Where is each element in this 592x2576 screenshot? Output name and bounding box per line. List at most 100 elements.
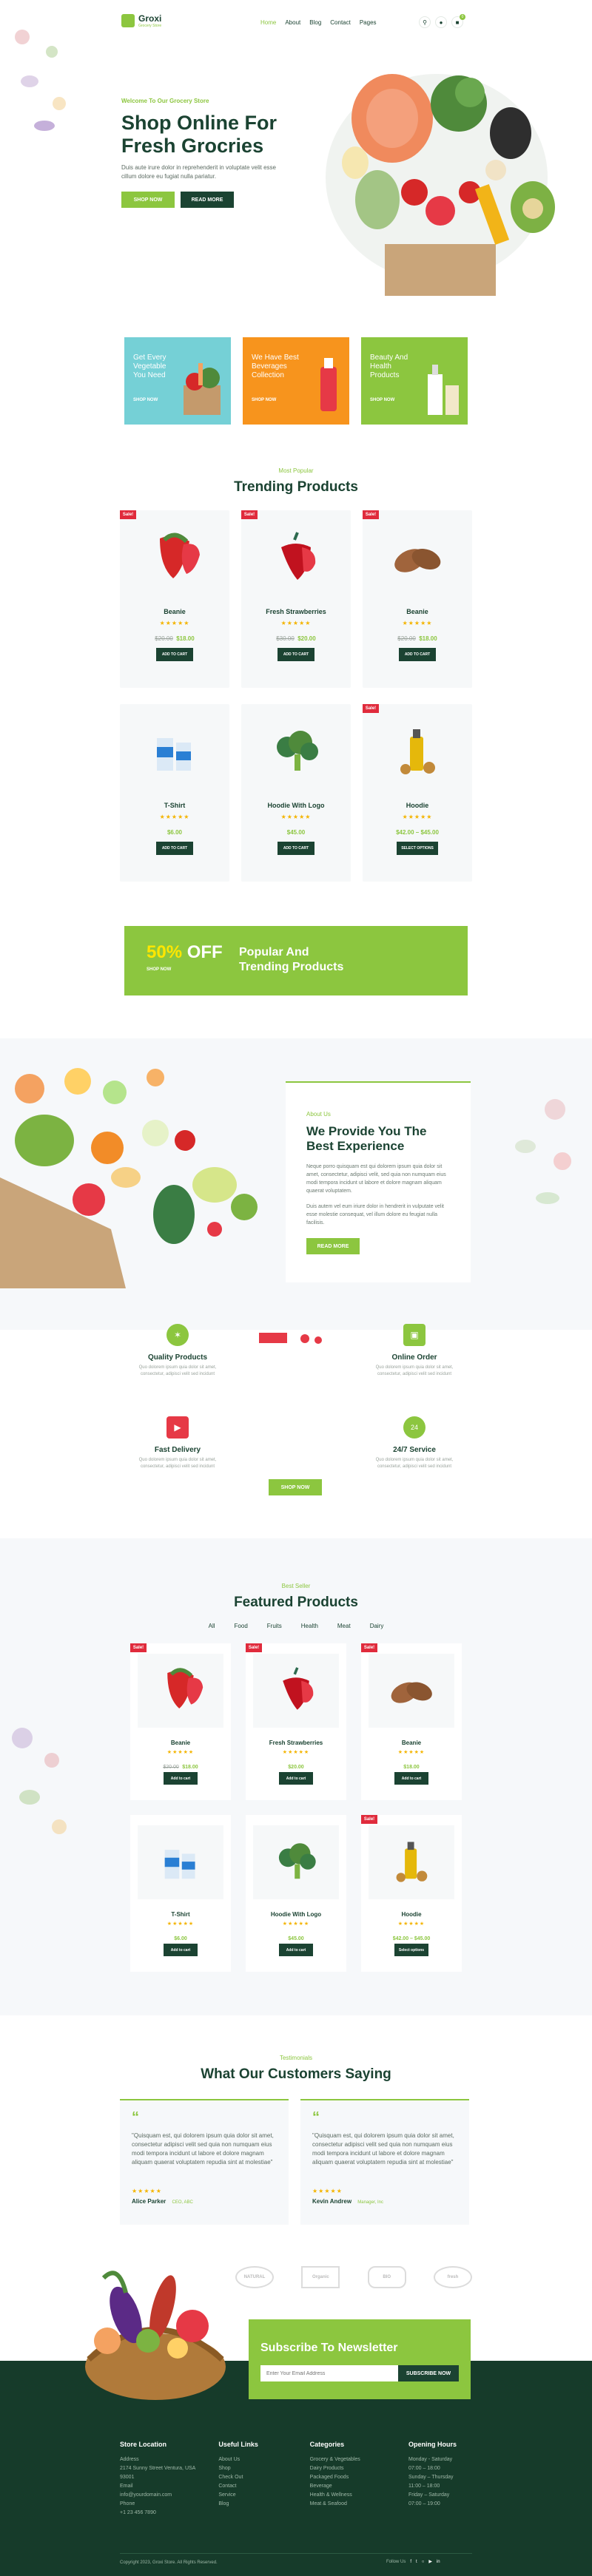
- footer-categories: Categories Grocery & Vegetables Dairy Pr…: [310, 2441, 391, 2518]
- hero-read-more-button[interactable]: READ MORE: [181, 192, 234, 208]
- nav-blog[interactable]: Blog: [309, 19, 321, 26]
- product-name[interactable]: Beanie: [130, 1740, 231, 1746]
- about-title-line2: Best Experience: [306, 1139, 405, 1153]
- tab-dairy[interactable]: Dairy: [370, 1623, 384, 1629]
- about-read-more-button[interactable]: READ MORE: [306, 1238, 360, 1254]
- footer-link[interactable]: Contact: [218, 2482, 292, 2491]
- product-card[interactable]: Hoodie With Logo ★★★★★ $45.00 ADD TO CART: [241, 704, 351, 882]
- banner-off: OFF: [186, 942, 223, 962]
- product-name[interactable]: Hoodie With Logo: [241, 802, 351, 809]
- featured-product-card[interactable]: Sale! Beanie ★★★★★ $20.00 $18.00 Add to cart: [130, 1643, 231, 1800]
- banner-shop-link[interactable]: SHOP NOW: [147, 967, 171, 972]
- tab-all[interactable]: All: [209, 1623, 215, 1629]
- footer-link[interactable]: Dairy Products: [310, 2464, 391, 2473]
- product-card[interactable]: Sale! Beanie ★★★★★ $20.00 $18.00 ADD TO CART: [120, 510, 229, 688]
- footer-link[interactable]: Check Out: [218, 2473, 292, 2482]
- add-to-cart-button[interactable]: ADD TO CART: [156, 842, 193, 855]
- search-icon[interactable]: ⚲: [419, 16, 431, 28]
- featured-product-card[interactable]: Sale! Beanie ★★★★★ $18.00 Add to cart: [361, 1643, 462, 1800]
- hero-title-line2: Fresh Grocries: [121, 135, 264, 157]
- add-to-cart-button[interactable]: Add to cart: [394, 1772, 428, 1785]
- nav-about[interactable]: About: [285, 19, 300, 26]
- milk-image: [157, 738, 191, 771]
- user-icon[interactable]: ●: [435, 16, 447, 28]
- twitter-icon[interactable]: t: [416, 2560, 417, 2564]
- product-name[interactable]: Hoodie: [363, 802, 472, 809]
- product-card[interactable]: Sale! Fresh Strawberries ★★★★★ $30.00 $20.0…: [241, 510, 351, 688]
- nav-home[interactable]: Home: [260, 19, 276, 26]
- promo-card-link[interactable]: SHOP NOW: [252, 398, 276, 402]
- linkedin-icon[interactable]: in: [437, 2560, 440, 2564]
- add-to-cart-button[interactable]: SELECT OPTIONS: [397, 842, 438, 855]
- add-to-cart-button[interactable]: Add to cart: [279, 1944, 313, 1956]
- brand-logo[interactable]: Groxi Grocery Store: [121, 13, 161, 28]
- product-card[interactable]: T-Shirt ★★★★★ $6.00 ADD TO CART: [120, 704, 229, 882]
- featured-product-card[interactable]: Hoodie With Logo ★★★★★ $45.00 Add to cart: [246, 1815, 346, 1972]
- instagram-icon[interactable]: ○: [422, 2560, 425, 2564]
- product-name[interactable]: Beanie: [363, 608, 472, 615]
- product-name[interactable]: Hoodie: [361, 1911, 462, 1918]
- product-name[interactable]: Beanie: [120, 608, 229, 615]
- youtube-icon[interactable]: ▶: [428, 2559, 432, 2564]
- footer-link[interactable]: Packaged Foods: [310, 2473, 391, 2482]
- tab-fruits[interactable]: Fruits: [267, 1623, 282, 1629]
- product-price: $42.00 – $45.00: [363, 825, 472, 838]
- newsletter-email-input[interactable]: [260, 2365, 398, 2381]
- features-shop-button[interactable]: SHOP NOW: [269, 1479, 322, 1495]
- sale-badge: Sale!: [130, 1643, 147, 1652]
- featured-product-card[interactable]: Sale! Fresh Strawberries ★★★★★ $20.00 Add to…: [246, 1643, 346, 1800]
- promo-card-beauty[interactable]: Beauty And Health Products SHOP NOW: [361, 337, 468, 425]
- hero-shop-button[interactable]: SHOP NOW: [121, 192, 175, 208]
- footer-line[interactable]: +1 23 456 7890: [120, 2509, 201, 2518]
- footer-link[interactable]: Blog: [218, 2500, 292, 2509]
- promo-card-beverages[interactable]: We Have Best Beverages Collection SHOP N…: [243, 337, 349, 425]
- product-name[interactable]: Hoodie With Logo: [246, 1911, 346, 1918]
- add-to-cart-button[interactable]: ADD TO CART: [278, 842, 314, 855]
- footer-link[interactable]: Meat & Seafood: [310, 2500, 391, 2509]
- featured-product-card[interactable]: T-Shirt ★★★★★ $6.00 Add to cart: [130, 1815, 231, 1972]
- featured-product-card[interactable]: Sale! Hoodie ★★★★★ $42.00 – $45.00 Select op…: [361, 1815, 462, 1972]
- feature-title: Online Order: [391, 1353, 437, 1362]
- add-to-cart-button[interactable]: ADD TO CART: [156, 648, 193, 661]
- add-to-cart-button[interactable]: ADD TO CART: [399, 648, 436, 661]
- footer-link[interactable]: About Us: [218, 2455, 292, 2464]
- footer-line[interactable]: info@yourdomain.com: [120, 2491, 201, 2500]
- nav-pages[interactable]: Pages: [360, 19, 377, 26]
- add-to-cart-button[interactable]: ADD TO CART: [278, 648, 314, 661]
- hero-kicker: Welcome To Our Grocery Store: [121, 98, 209, 104]
- promo-card-link[interactable]: SHOP NOW: [370, 398, 394, 402]
- tab-food[interactable]: Food: [235, 1623, 248, 1629]
- footer-link[interactable]: Shop: [218, 2464, 292, 2473]
- product-card[interactable]: Sale! Beanie ★★★★★ $20.00 $18.00 ADD TO CART: [363, 510, 472, 688]
- footer-useful-links: Useful Links About Us Shop Check Out Con…: [218, 2441, 292, 2518]
- facebook-icon[interactable]: f: [410, 2560, 411, 2564]
- product-name[interactable]: Fresh Strawberries: [246, 1740, 346, 1746]
- fruit-doodles-icon: [515, 1099, 571, 1204]
- current-price: $42.00 – $45.00: [396, 829, 439, 836]
- tab-health[interactable]: Health: [301, 1623, 318, 1629]
- newsletter-subscribe-button[interactable]: SUBSCRIBE NOW: [398, 2365, 459, 2381]
- add-to-cart-button[interactable]: Add to cart: [164, 1944, 198, 1956]
- product-name[interactable]: T-Shirt: [120, 802, 229, 809]
- product-name[interactable]: Fresh Strawberries: [241, 608, 351, 615]
- footer-link[interactable]: Health & Wellness: [310, 2491, 391, 2500]
- footer-link[interactable]: Grocery & Vegetables: [310, 2455, 391, 2464]
- product-card[interactable]: Sale! Hoodie ★★★★★ $42.00 – $45.00 SELECT OP…: [363, 704, 472, 882]
- product-name[interactable]: T-Shirt: [130, 1911, 231, 1918]
- footer-link[interactable]: Beverage: [310, 2482, 391, 2491]
- promo-card-link[interactable]: SHOP NOW: [133, 398, 158, 402]
- add-to-cart-button[interactable]: Add to cart: [279, 1772, 313, 1785]
- old-price: $20.00: [397, 635, 416, 642]
- footer-link[interactable]: Service: [218, 2491, 292, 2500]
- promo-card-text: We Have Best Beverages Collection: [252, 354, 299, 379]
- sale-banner[interactable]: 50% OFF SHOP NOW Popular And Trending Pr…: [124, 926, 468, 995]
- add-to-cart-button[interactable]: Add to cart: [164, 1772, 198, 1785]
- cart-icon[interactable]: ■ 0: [451, 14, 465, 28]
- tab-meat[interactable]: Meat: [337, 1623, 351, 1629]
- promo-card-vegetables[interactable]: Get Every Vegetable You Need SHOP NOW: [124, 337, 231, 425]
- banner-discount: 50% OFF: [147, 942, 223, 963]
- sale-badge: Sale!: [120, 510, 136, 519]
- product-name[interactable]: Beanie: [361, 1740, 462, 1746]
- nav-contact[interactable]: Contact: [330, 19, 351, 26]
- add-to-cart-button[interactable]: Select options: [394, 1944, 428, 1956]
